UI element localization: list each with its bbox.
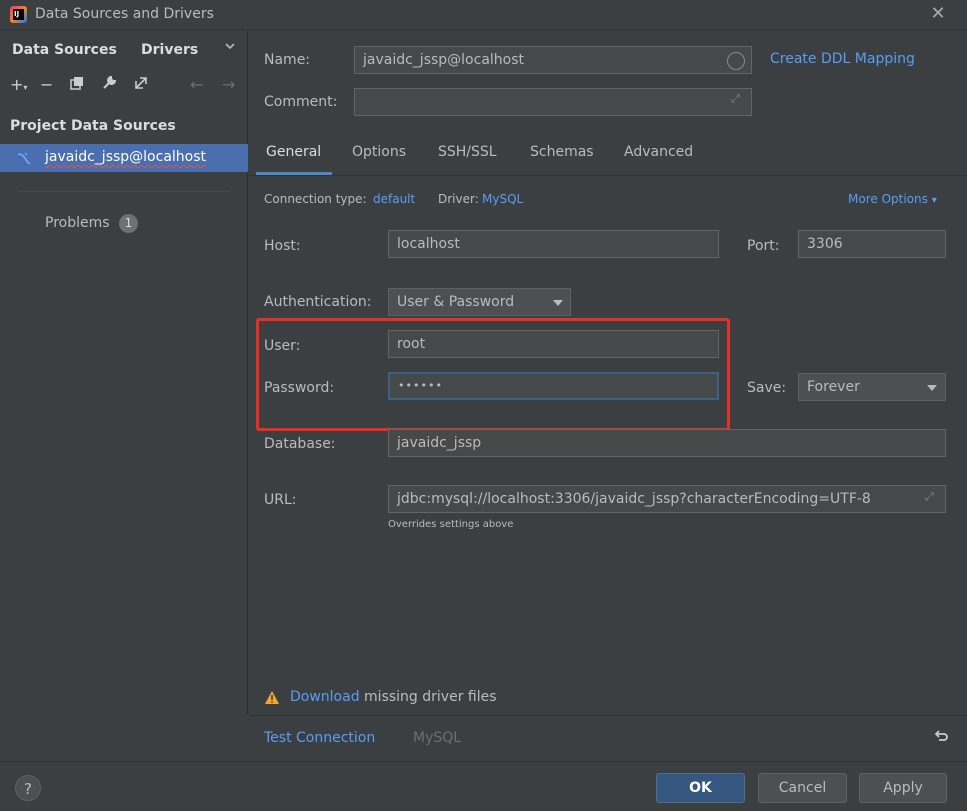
back-arrow-icon[interactable]: ← <box>190 75 203 95</box>
driver-label: Driver: <box>438 192 479 206</box>
duplicate-icon[interactable] <box>70 75 84 95</box>
problems-count-badge: 1 <box>119 214 138 233</box>
host-input[interactable]: localhost <box>388 230 719 258</box>
driver-name-text: MySQL <box>413 730 462 746</box>
url-hint: Overrides settings above <box>388 519 514 530</box>
intellij-app-icon: IJ <box>10 6 27 23</box>
missing-driver-text: missing driver files <box>364 689 497 705</box>
chevron-down-icon: ▾ <box>931 195 937 206</box>
name-input[interactable]: javaidc_jssp@localhost <box>354 46 752 74</box>
test-connection-link[interactable]: Test Connection <box>264 730 375 746</box>
url-label: URL: <box>264 492 297 508</box>
sidebar-divider <box>18 191 230 192</box>
ok-button[interactable]: OK <box>656 773 745 803</box>
tab-ssh-ssl[interactable]: SSH/SSL <box>438 144 497 160</box>
connection-type-label: Connection type: <box>264 192 367 206</box>
port-label: Port: <box>747 238 780 254</box>
cancel-button[interactable]: Cancel <box>758 773 847 803</box>
tab-advanced[interactable]: Advanced <box>624 144 693 160</box>
test-connection-bar: Test Connection MySQL <box>249 715 967 761</box>
warning-icon <box>264 690 280 709</box>
create-ddl-mapping-link[interactable]: Create DDL Mapping <box>770 51 915 67</box>
more-options-link[interactable]: More Options ▾ <box>848 192 937 206</box>
tab-general[interactable]: General <box>266 144 321 160</box>
close-icon[interactable]: ✕ <box>928 4 948 24</box>
url-input[interactable]: jdbc:mysql://localhost:3306/javaidc_jssp… <box>388 485 946 513</box>
go-to-icon[interactable] <box>134 75 148 95</box>
sidebar: Data Sources Drivers +▾ − ← → Project Da… <box>0 31 248 715</box>
data-source-label: javaidc_jssp@localhost <box>45 149 207 165</box>
missing-driver-warning: Download missing driver files <box>249 684 967 714</box>
project-data-sources-heading: Project Data Sources <box>10 118 176 134</box>
database-label: Database: <box>264 436 336 452</box>
mysql-icon <box>16 150 32 170</box>
help-button[interactable]: ? <box>15 775 41 801</box>
download-link[interactable]: Download <box>290 689 360 705</box>
tab-data-sources[interactable]: Data Sources <box>12 42 117 58</box>
apply-button[interactable]: Apply <box>859 773 947 803</box>
title-bar: IJ Data Sources and Drivers ✕ <box>0 0 967 30</box>
window-title: Data Sources and Drivers <box>35 6 214 22</box>
save-label: Save: <box>747 380 787 396</box>
database-input[interactable]: javaidc_jssp <box>388 429 946 457</box>
host-label: Host: <box>264 238 301 254</box>
tabs-divider <box>249 175 967 176</box>
add-icon[interactable]: +▾ <box>10 75 27 95</box>
tab-schemas[interactable]: Schemas <box>530 144 594 160</box>
color-circle-icon[interactable] <box>727 52 745 70</box>
tab-drivers[interactable]: Drivers <box>141 42 198 58</box>
data-source-item[interactable]: javaidc_jssp@localhost <box>0 144 248 172</box>
expand-icon[interactable]: ⤢ <box>925 490 934 504</box>
comment-label: Comment: <box>264 94 338 110</box>
driver-link[interactable]: MySQL <box>482 192 523 206</box>
highlight-box <box>256 318 730 431</box>
tab-options[interactable]: Options <box>352 144 406 160</box>
name-label: Name: <box>264 52 311 68</box>
authentication-label: Authentication: <box>264 294 372 310</box>
expand-icon[interactable]: ⤢ <box>731 92 740 106</box>
connection-type-link[interactable]: default <box>373 192 415 206</box>
comment-input[interactable] <box>354 88 752 116</box>
authentication-select[interactable]: User & Password <box>388 288 571 316</box>
port-input[interactable]: 3306 <box>798 230 946 258</box>
forward-arrow-icon[interactable]: → <box>222 75 235 95</box>
problems-link[interactable]: Problems <box>45 215 110 231</box>
save-select[interactable]: Forever <box>798 373 946 401</box>
wrench-icon[interactable] <box>102 75 117 95</box>
chevron-down-icon[interactable] <box>224 40 236 56</box>
dropdown-arrow-icon <box>927 385 937 391</box>
revert-icon[interactable] <box>933 728 949 748</box>
dropdown-arrow-icon <box>553 300 563 306</box>
remove-icon[interactable]: − <box>40 75 53 95</box>
